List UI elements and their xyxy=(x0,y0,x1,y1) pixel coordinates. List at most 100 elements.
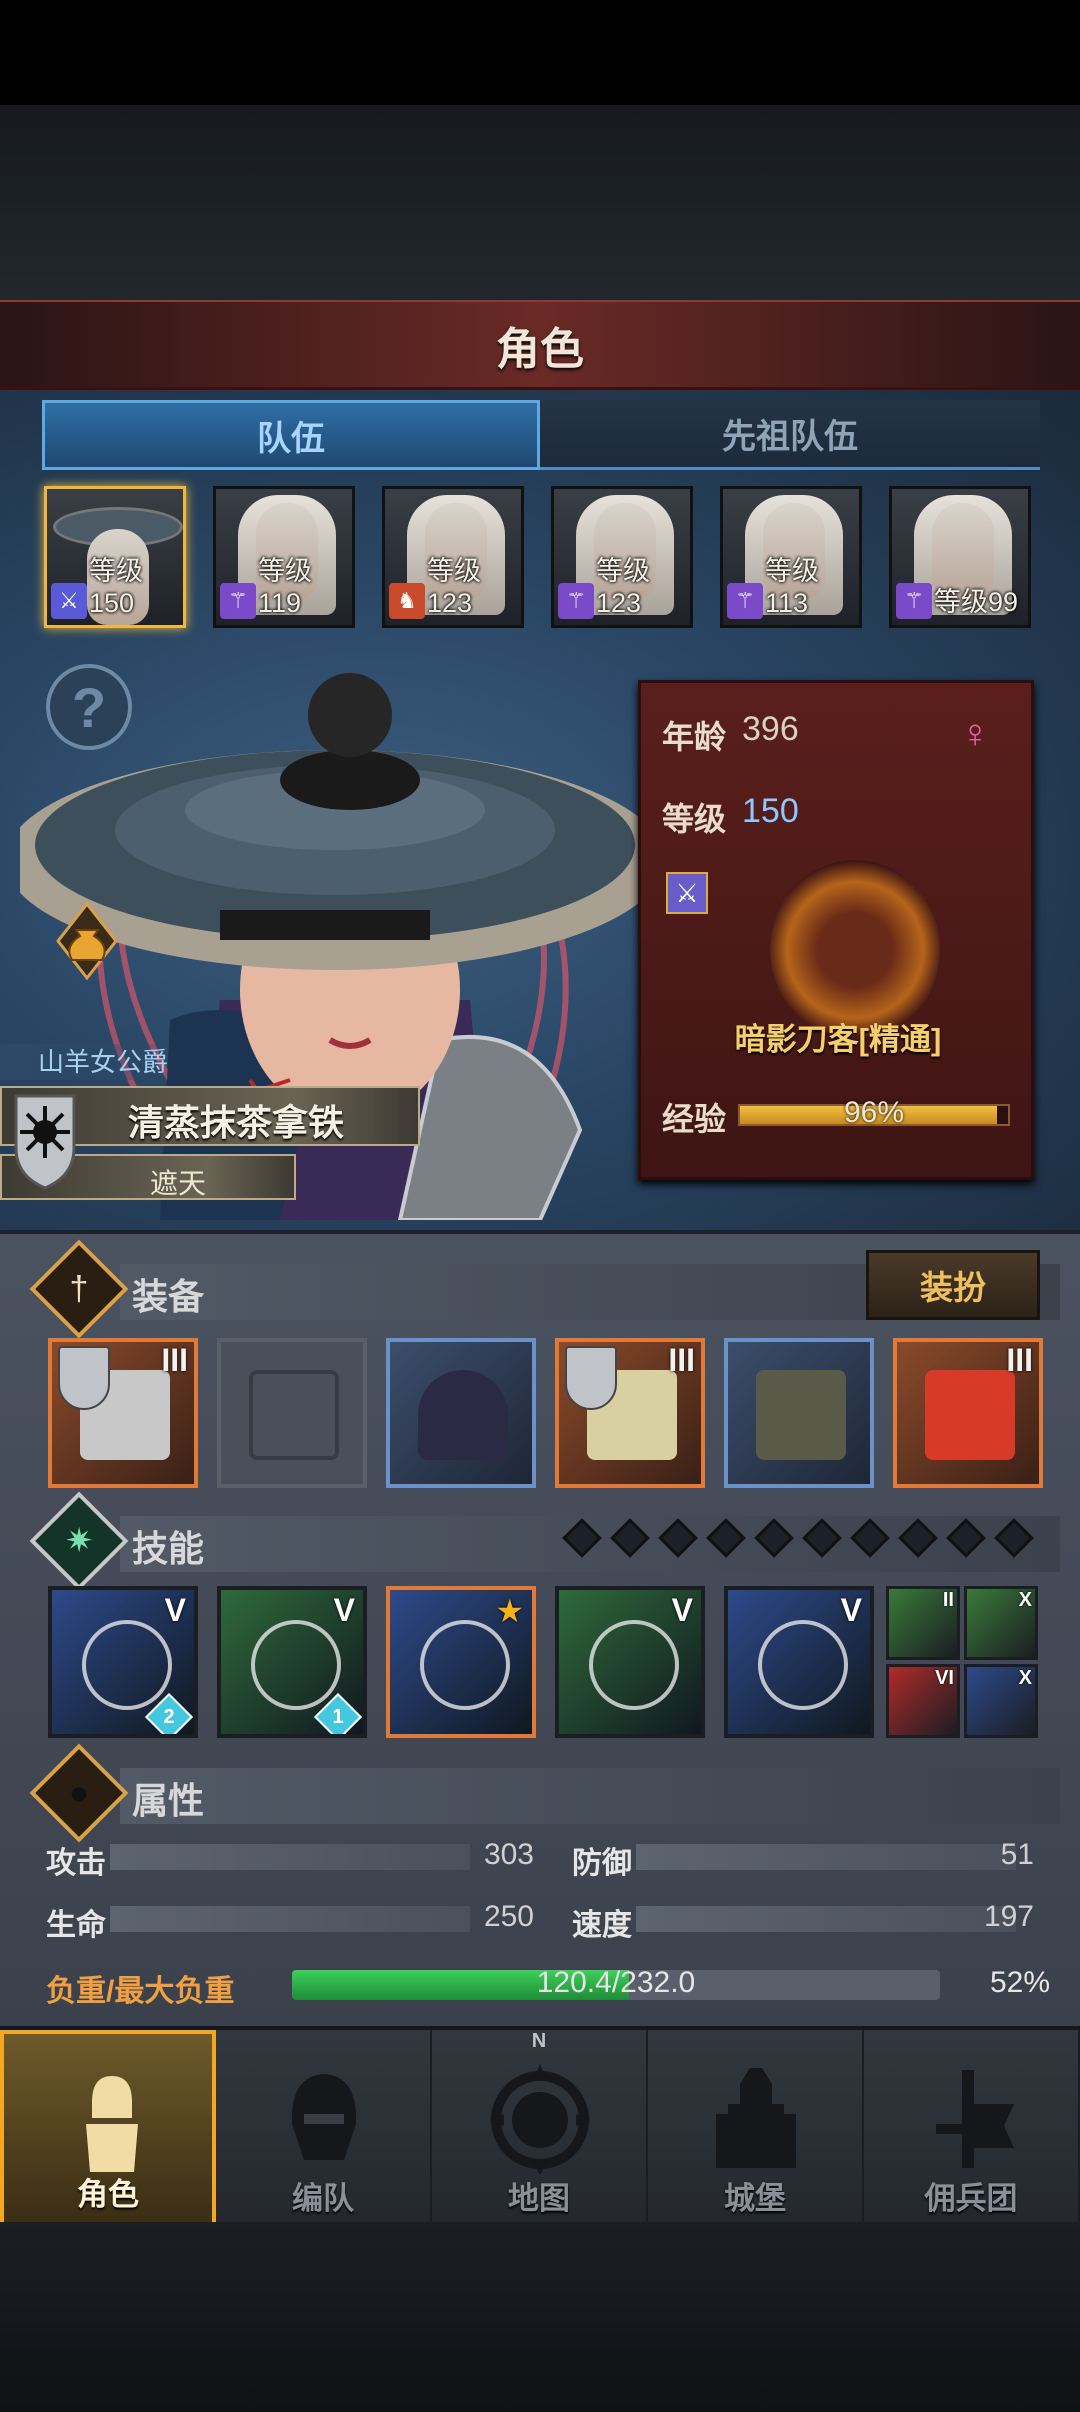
staff-icon: ⚚ xyxy=(220,583,256,619)
party-member-level: 等级150 xyxy=(89,556,143,618)
compass-map-icon xyxy=(490,2064,590,2174)
stat-value: 250 xyxy=(483,1900,534,1933)
dress-up-button[interactable]: 装扮 xyxy=(866,1250,1040,1320)
nav-castle[interactable]: 城堡 xyxy=(648,2030,864,2226)
status-bar-area xyxy=(0,0,1080,105)
hood-icon xyxy=(418,1370,508,1460)
passive-rank: VI xyxy=(935,1667,954,1689)
nav-label: 城堡 xyxy=(724,2181,786,2216)
hero-name[interactable]: 清蒸抹茶拿铁 xyxy=(128,1094,344,1146)
beast-icon: ♞ xyxy=(389,583,425,619)
age-label: 年龄 xyxy=(662,719,727,755)
knight-icon xyxy=(86,2076,138,2172)
equipment-slot[interactable]: III xyxy=(555,1338,705,1488)
equipment-slot[interactable] xyxy=(217,1338,367,1488)
amulet-icon xyxy=(925,1370,1015,1460)
skill-rank: V xyxy=(164,1592,186,1628)
load-percent: 52% xyxy=(989,1966,1050,1999)
party-member-level: 等级123 xyxy=(427,556,481,618)
skill-rank: ★ xyxy=(495,1593,524,1629)
load-value: 120.4/232.0 xyxy=(536,1966,696,1999)
stat-label: 防御 xyxy=(572,1847,632,1880)
staff-icon: ⚚ xyxy=(896,583,932,619)
pouch-icon[interactable] xyxy=(46,900,128,982)
load-label: 负重/最大负重 xyxy=(46,1975,235,2008)
skill-glyph xyxy=(589,1620,679,1710)
party-member-level: 等级119 xyxy=(258,556,312,618)
party-member-portrait[interactable]: ⚔ 等级150 xyxy=(44,486,186,628)
passive-rank: X xyxy=(1018,1589,1032,1611)
burst-passive-icon[interactable]: II xyxy=(886,1586,960,1660)
crystal-skill-icon[interactable]: V xyxy=(724,1586,874,1738)
class-figure-art[interactable] xyxy=(770,860,940,1040)
page-title: 角色 xyxy=(496,324,584,374)
age-value: 396 xyxy=(742,710,799,748)
target-skill-icon[interactable]: V xyxy=(555,1586,705,1738)
passive-rank: X xyxy=(1018,1667,1032,1689)
help-icon[interactable]: ? xyxy=(46,664,132,750)
top-backdrop xyxy=(0,105,1080,300)
stat-value: 197 xyxy=(983,1900,1034,1933)
sword-class-icon: ⚔ xyxy=(666,872,708,914)
stat-value: 51 xyxy=(1000,1838,1034,1871)
attributes-header-band xyxy=(120,1768,1060,1824)
banner-icon xyxy=(936,2070,1014,2168)
tier-label: III xyxy=(161,1342,188,1378)
title-bar: 角色 xyxy=(0,300,1080,390)
compass-north-label: N xyxy=(531,2030,547,2052)
female-icon: ♀ xyxy=(960,712,990,756)
blade-passive-icon[interactable]: VI xyxy=(886,1664,960,1738)
boots-icon xyxy=(756,1370,846,1460)
skill-glyph xyxy=(758,1620,848,1710)
attributes-title: 属性 xyxy=(132,1780,205,1821)
skill-rank: V xyxy=(333,1592,355,1628)
stat-label: 生命 xyxy=(46,1909,106,1942)
staff-icon: ⚚ xyxy=(558,583,594,619)
empty-shield-slot-icon xyxy=(249,1370,339,1460)
equipment-slot[interactable]: III xyxy=(48,1338,198,1488)
horse-passive-icon[interactable]: X xyxy=(964,1664,1038,1738)
bottom-navigation: 角色 编队 N 地图 城堡 佣兵团 xyxy=(0,2026,1080,2226)
nav-label: 地图 xyxy=(508,2181,570,2216)
dash-skill-icon[interactable]: V1 xyxy=(217,1586,367,1738)
helmet-icon xyxy=(291,2074,357,2160)
passive-rank: II xyxy=(942,1589,954,1611)
tier-label: III xyxy=(1006,1342,1033,1378)
castle-icon xyxy=(716,2068,796,2168)
sun-crest-icon xyxy=(58,1346,110,1410)
nav-banner[interactable]: 佣兵团 xyxy=(864,2030,1080,2226)
tab-team[interactable]: 队伍 xyxy=(42,400,540,470)
class-name: 暗影刀客[精通] xyxy=(734,1022,942,1057)
bottom-backdrop xyxy=(0,2222,1080,2412)
equipment-slot[interactable]: III xyxy=(893,1338,1043,1488)
wind-passive-icon[interactable]: X xyxy=(964,1586,1038,1660)
skill-glyph xyxy=(82,1620,172,1710)
party-member-portrait[interactable]: ⚚ 等级119 xyxy=(213,486,355,628)
staff-icon: ⚚ xyxy=(727,583,763,619)
party-member-level: 等级99 xyxy=(934,587,1019,617)
exp-percent: 96% xyxy=(843,1096,905,1129)
equipment-slot[interactable] xyxy=(386,1338,536,1488)
nav-knight[interactable]: 角色 xyxy=(0,2030,216,2226)
sword-aura-skill-icon[interactable]: V2 xyxy=(48,1586,198,1738)
sword-icon: ⚔ xyxy=(51,583,87,619)
tier-label: III xyxy=(668,1342,695,1378)
equipment-title: 装备 xyxy=(132,1276,205,1317)
nav-compass-map[interactable]: N 地图 xyxy=(432,2030,648,2226)
skill-glyph xyxy=(420,1620,510,1710)
stat-label: 攻击 xyxy=(46,1847,106,1880)
nav-helmet[interactable]: 编队 xyxy=(216,2030,432,2226)
tab-ancestor-team[interactable]: 先祖队伍 xyxy=(540,400,1040,470)
equipment-slot[interactable] xyxy=(724,1338,874,1488)
skill-gem-count: 2 xyxy=(163,1706,175,1728)
level-label: 等级 xyxy=(662,801,727,837)
stat-label: 速度 xyxy=(572,1909,632,1942)
party-member-portrait[interactable]: ⚚ 等级99 xyxy=(889,486,1031,628)
spear-skill-icon[interactable]: ★ xyxy=(386,1586,536,1738)
sun-crest-icon xyxy=(14,1094,76,1190)
party-member-portrait[interactable]: ⚚ 等级113 xyxy=(720,486,862,628)
skill-rank: V xyxy=(840,1592,862,1628)
skill-gem-count: 1 xyxy=(332,1706,344,1728)
party-member-portrait[interactable]: ♞ 等级123 xyxy=(382,486,524,628)
party-member-portrait[interactable]: ⚚ 等级123 xyxy=(551,486,693,628)
